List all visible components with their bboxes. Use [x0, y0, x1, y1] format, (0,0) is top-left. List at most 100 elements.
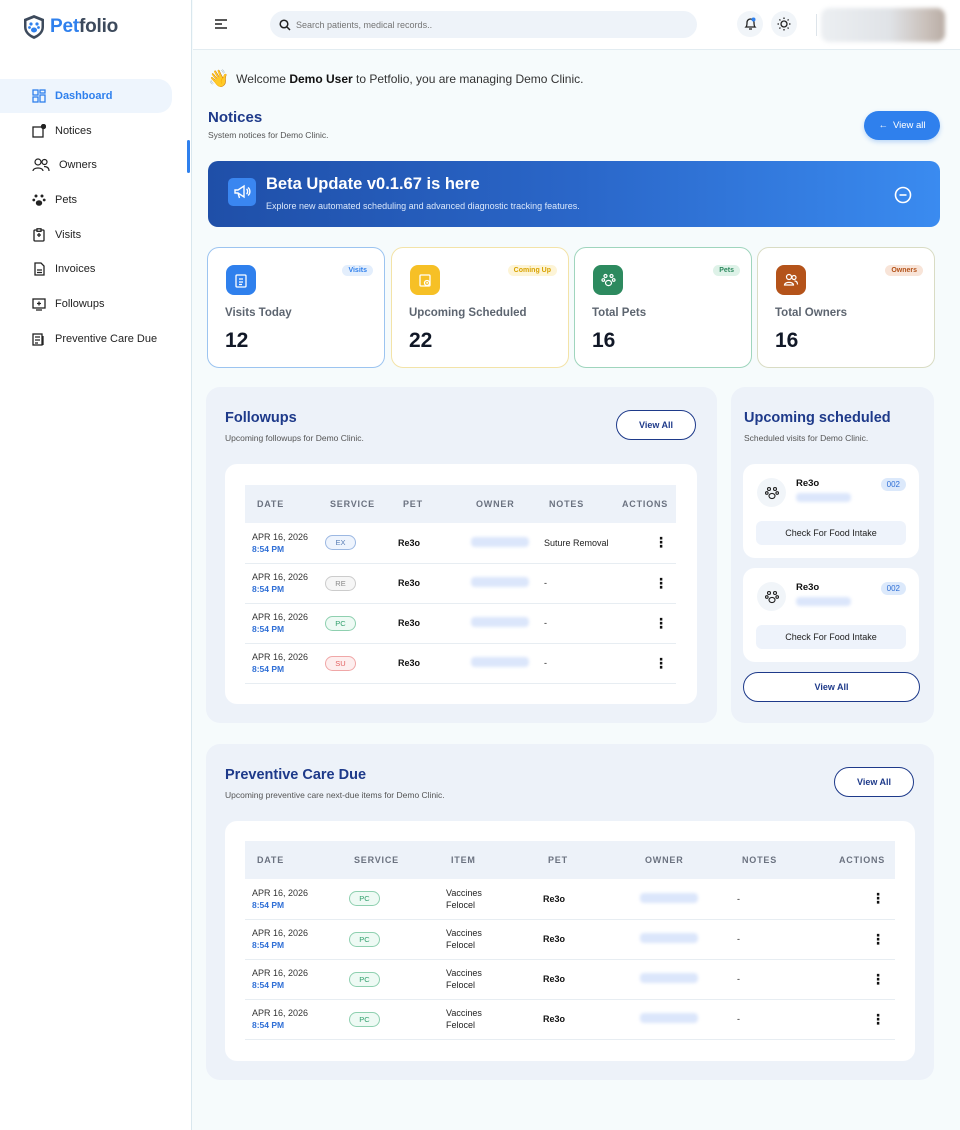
stat-label: Total Pets: [592, 307, 647, 319]
stat-value: 16: [592, 329, 616, 352]
sidebar-item-label: Invoices: [55, 263, 96, 276]
upcoming-title: Upcoming scheduled: [744, 410, 891, 426]
row-item-line2: Felocel: [446, 1020, 476, 1030]
sidebar-item-preventive-care-due[interactable]: Preventive Care Due: [0, 322, 192, 356]
table-row[interactable]: APR 16, 2026 8:54 PM PC Vaccines Felocel R…: [245, 879, 895, 920]
user-profile[interactable]: [821, 8, 945, 42]
row-date: APR 16, 2026: [252, 1008, 309, 1018]
column-header: NOTES: [537, 485, 610, 523]
search-bar: [270, 11, 697, 38]
row-date: APR 16, 2026: [252, 928, 309, 938]
stat-card-upcoming-scheduled[interactable]: Coming Up Upcoming Scheduled 22: [391, 247, 569, 368]
stat-card-visits-today[interactable]: Visits Visits Today 12: [207, 247, 385, 368]
users-icon: [776, 265, 806, 295]
row-pet: Re3o: [391, 563, 464, 604]
row-item-line1: Vaccines: [446, 968, 482, 978]
row-notes: -: [730, 879, 827, 920]
megaphone-icon: [228, 178, 256, 206]
service-badge: SU: [325, 655, 356, 671]
more-actions-icon[interactable]: ⋮: [654, 655, 668, 671]
notification-button[interactable]: [737, 11, 763, 37]
scheduled-number-badge: 002: [880, 478, 906, 491]
sidebar-item-notices[interactable]: Notices: [0, 114, 192, 148]
preventive-care-panel: Preventive Care Due Upcoming preventive …: [206, 744, 934, 1080]
service-badge: PC: [349, 891, 380, 907]
table-row[interactable]: APR 16, 2026 8:54 PM PC Vaccines Felocel R…: [245, 999, 895, 1040]
search-input[interactable]: [296, 19, 676, 30]
sidebar-item-pets[interactable]: Pets: [0, 183, 192, 217]
table-row[interactable]: APR 16, 2026 8:54 PM EX Re3o Suture Remov…: [245, 523, 676, 564]
sidebar-item-label: Owners: [59, 159, 97, 172]
more-actions-icon[interactable]: ⋮: [654, 575, 668, 591]
row-owner: [640, 933, 698, 943]
stat-label: Upcoming Scheduled: [409, 307, 527, 319]
sidebar-item-visits[interactable]: Visits: [0, 218, 192, 252]
sidebar-item-owners[interactable]: Owners: [0, 148, 192, 182]
service-badge: RE: [325, 575, 356, 591]
theme-toggle-button[interactable]: [771, 11, 797, 37]
notices-view-all-button[interactable]: ← View all: [864, 111, 940, 140]
more-actions-icon[interactable]: ⋮: [871, 1011, 885, 1027]
sidebar-item-dashboard[interactable]: Dashboard: [0, 79, 172, 113]
scheduled-visit-card[interactable]: Re3o 002 Check For Food Intake: [743, 464, 919, 558]
paw-icon: [593, 265, 623, 295]
sidebar-scroll-indicator[interactable]: [187, 140, 190, 173]
stat-card-total-pets[interactable]: Pets Total Pets 16: [574, 247, 752, 368]
menu-icon[interactable]: [213, 16, 229, 32]
wave-icon: 👋: [208, 69, 230, 88]
scheduled-visit-card[interactable]: Re3o 002 Check For Food Intake: [743, 568, 919, 662]
row-date: APR 16, 2026: [252, 968, 309, 978]
sidebar-item-label: Visits: [55, 228, 82, 241]
users-icon: [32, 158, 50, 172]
notice-icon: [32, 123, 46, 138]
table-row[interactable]: APR 16, 2026 8:54 PM PC Vaccines Felocel R…: [245, 919, 895, 960]
more-actions-icon[interactable]: ⋮: [871, 931, 885, 947]
more-actions-icon[interactable]: ⋮: [654, 534, 668, 550]
row-pet: Re3o: [536, 959, 633, 1000]
sidebar-nav: Dashboard Notices Owners Pets Visits Inv…: [0, 79, 192, 357]
table-row[interactable]: APR 16, 2026 8:54 PM RE Re3o - ⋮: [245, 563, 676, 604]
followups-table: DATE SERVICE PET OWNER NOTES ACTIONS APR…: [245, 485, 676, 684]
row-owner: [640, 1013, 698, 1023]
column-header: ACTIONS: [827, 841, 895, 879]
sidebar-item-invoices[interactable]: Invoices: [0, 252, 192, 286]
logo[interactable]: Petfolio: [22, 14, 118, 40]
followups-view-all-button[interactable]: View All: [616, 410, 696, 440]
row-owner: [471, 617, 529, 627]
scheduled-action-button[interactable]: Check For Food Intake: [756, 521, 906, 545]
table-row[interactable]: APR 16, 2026 8:54 PM PC Re3o - ⋮: [245, 603, 676, 644]
more-actions-icon[interactable]: ⋮: [654, 615, 668, 631]
notices-title: Notices: [208, 109, 263, 126]
arrow-left-icon: ←: [878, 120, 888, 131]
row-notes: -: [730, 999, 827, 1040]
table-row[interactable]: APR 16, 2026 8:54 PM SU Re3o - ⋮: [245, 643, 676, 684]
row-item-line1: Vaccines: [446, 1008, 482, 1018]
column-header: NOTES: [730, 841, 827, 879]
upcoming-view-all-button[interactable]: View All: [743, 672, 920, 702]
welcome-message: 👋 Welcome Demo User to Petfolio, you are…: [208, 69, 584, 88]
stat-badge: Pets: [713, 265, 740, 276]
notice-banner: Beta Update v0.1.67 is here Explore new …: [208, 161, 940, 227]
brand-name: Petfolio: [50, 16, 119, 37]
column-header: DATE: [245, 841, 342, 879]
clipboard-icon: [226, 265, 256, 295]
column-header: OWNER: [633, 841, 730, 879]
scheduled-action-button[interactable]: Check For Food Intake: [756, 625, 906, 649]
scheduled-pet-name: Re3o: [796, 582, 820, 593]
more-actions-icon[interactable]: ⋮: [871, 890, 885, 906]
column-header: DATE: [245, 485, 318, 523]
preventive-view-all-button[interactable]: View All: [834, 767, 914, 797]
dismiss-icon[interactable]: [894, 186, 912, 204]
row-pet: Re3o: [391, 603, 464, 644]
sidebar-item-label: Pets: [55, 194, 78, 207]
grid-icon: [32, 89, 46, 103]
table-row[interactable]: APR 16, 2026 8:54 PM PC Vaccines Felocel R…: [245, 959, 895, 1000]
sidebar-item-followups[interactable]: Followups: [0, 287, 192, 321]
service-badge: EX: [325, 535, 356, 551]
stat-card-total-owners[interactable]: Owners Total Owners 16: [757, 247, 935, 368]
upcoming-scheduled-panel: Upcoming scheduled Scheduled visits for …: [731, 387, 934, 723]
row-item-line2: Felocel: [446, 980, 476, 990]
row-time: 8:54 PM: [252, 624, 285, 634]
more-actions-icon[interactable]: ⋮: [871, 971, 885, 987]
row-item-line1: Vaccines: [446, 887, 482, 898]
